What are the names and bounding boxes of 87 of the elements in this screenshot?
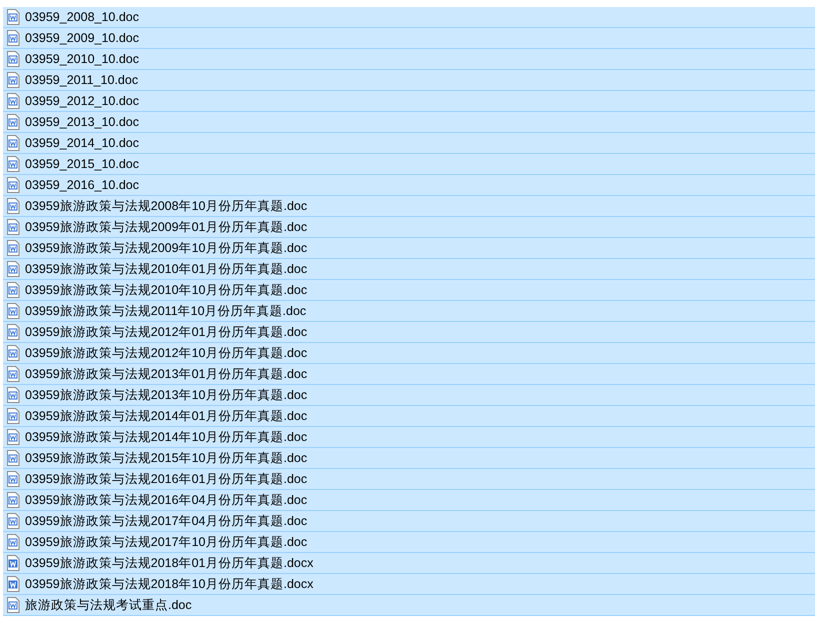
file-name: 03959旅游政策与法规2014年10月份历年真题.doc: [25, 428, 308, 446]
document-icon: [6, 450, 20, 466]
file-name: 03959旅游政策与法规2013年01月份历年真题.doc: [25, 366, 308, 382]
file-row[interactable]: 03959旅游政策与法规2013年10月份历年真题.doc: [3, 385, 815, 406]
file-name: 03959旅游政策与法规2012年01月份历年真题.doc: [25, 324, 308, 340]
file-name: 03959_2016_10.doc: [25, 178, 140, 192]
document-icon: [6, 9, 20, 25]
document-icon: [6, 177, 20, 193]
document-icon: [6, 555, 20, 571]
file-row[interactable]: 03959_2011_10.doc: [3, 70, 815, 91]
file-name: 03959_2008_10.doc: [25, 10, 140, 24]
document-icon: [6, 135, 20, 151]
file-row[interactable]: 03959旅游政策与法规2014年01月份历年真题.doc: [3, 406, 815, 427]
document-icon: [6, 597, 20, 613]
document-icon: [6, 534, 20, 550]
document-icon: [6, 219, 20, 235]
file-row[interactable]: 03959旅游政策与法规2017年04月份历年真题.doc: [3, 511, 815, 532]
document-icon: [6, 72, 20, 88]
file-name: 03959_2011_10.doc: [25, 73, 138, 87]
document-icon: [6, 408, 20, 424]
file-row[interactable]: 旅游政策与法规考试重点.doc: [3, 595, 815, 616]
file-row[interactable]: 03959旅游政策与法规2013年01月份历年真题.doc: [3, 364, 815, 385]
file-row[interactable]: 03959旅游政策与法规2010年01月份历年真题.doc: [3, 259, 815, 280]
file-row[interactable]: 03959旅游政策与法规2016年01月份历年真题.doc: [3, 469, 815, 490]
file-row[interactable]: 03959旅游政策与法规2016年04月份历年真题.doc: [3, 490, 815, 511]
document-icon: [6, 492, 20, 508]
file-name: 03959旅游政策与法规2008年10月份历年真题.doc: [25, 198, 308, 214]
document-icon: [6, 513, 20, 529]
document-icon: [6, 303, 20, 319]
file-row[interactable]: 03959旅游政策与法规2012年01月份历年真题.doc: [3, 322, 815, 343]
document-icon: [6, 30, 20, 46]
document-icon: [6, 366, 20, 382]
file-row[interactable]: 03959旅游政策与法规2018年01月份历年真题.docx: [3, 553, 815, 574]
file-name: 03959旅游政策与法规2010年10月份历年真题.doc: [25, 282, 308, 298]
file-name: 03959_2013_10.doc: [25, 115, 140, 129]
document-icon: [6, 114, 20, 130]
document-icon: [6, 261, 20, 277]
file-row[interactable]: 03959旅游政策与法规2009年01月份历年真题.doc: [3, 217, 815, 238]
file-name: 03959旅游政策与法规2018年01月份历年真题.docx: [25, 554, 314, 572]
file-name: 03959_2014_10.doc: [25, 136, 140, 150]
document-icon: [6, 51, 20, 67]
file-row[interactable]: 03959_2012_10.doc: [3, 91, 815, 112]
document-icon: [6, 345, 20, 361]
file-row[interactable]: 03959_2014_10.doc: [3, 133, 815, 154]
file-row[interactable]: 03959旅游政策与法规2010年10月份历年真题.doc: [3, 280, 815, 301]
document-icon: [6, 156, 20, 172]
file-name: 03959_2012_10.doc: [25, 94, 140, 108]
file-name: 旅游政策与法规考试重点.doc: [25, 596, 192, 614]
file-name: 03959旅游政策与法规2009年01月份历年真题.doc: [25, 218, 308, 236]
file-name: 03959旅游政策与法规2011年10月份历年真题.doc: [25, 302, 306, 320]
document-icon: [6, 576, 20, 592]
file-row[interactable]: 03959旅游政策与法规2008年10月份历年真题.doc: [3, 196, 815, 217]
file-name: 03959旅游政策与法规2017年04月份历年真题.doc: [25, 512, 308, 530]
file-row[interactable]: 03959_2015_10.doc: [3, 154, 815, 175]
file-row[interactable]: 03959旅游政策与法规2018年10月份历年真题.docx: [3, 574, 815, 595]
file-row[interactable]: 03959_2016_10.doc: [3, 175, 815, 196]
document-icon: [6, 429, 20, 445]
document-icon: [6, 240, 20, 256]
file-row[interactable]: 03959_2009_10.doc: [3, 28, 815, 49]
file-name: 03959旅游政策与法规2018年10月份历年真题.docx: [25, 576, 314, 592]
file-name: 03959旅游政策与法规2012年10月份历年真题.doc: [25, 344, 308, 362]
file-name: 03959旅游政策与法规2013年10月份历年真题.doc: [25, 386, 308, 404]
file-name: 03959_2010_10.doc: [25, 52, 140, 66]
file-row[interactable]: 03959旅游政策与法规2015年10月份历年真题.doc: [3, 448, 815, 469]
file-name: 03959_2009_10.doc: [25, 31, 140, 45]
file-name: 03959旅游政策与法规2016年04月份历年真题.doc: [25, 492, 308, 508]
file-row[interactable]: 03959旅游政策与法规2009年10月份历年真题.doc: [3, 238, 815, 259]
file-row[interactable]: 03959_2013_10.doc: [3, 112, 815, 133]
file-name: 03959旅游政策与法规2015年10月份历年真题.doc: [25, 450, 308, 466]
file-name: 03959旅游政策与法规2016年01月份历年真题.doc: [25, 470, 308, 488]
file-name: 03959旅游政策与法规2010年01月份历年真题.doc: [25, 260, 308, 278]
document-icon: [6, 198, 20, 214]
document-icon: [6, 93, 20, 109]
file-row[interactable]: 03959旅游政策与法规2012年10月份历年真题.doc: [3, 343, 815, 364]
file-name: 03959_2015_10.doc: [25, 157, 140, 171]
file-row[interactable]: 03959旅游政策与法规2014年10月份历年真题.doc: [3, 427, 815, 448]
document-icon: [6, 282, 20, 298]
file-name: 03959旅游政策与法规2009年10月份历年真题.doc: [25, 240, 308, 256]
file-row[interactable]: 03959_2008_10.doc: [3, 7, 815, 28]
file-row[interactable]: 03959_2010_10.doc: [3, 49, 815, 70]
file-name: 03959旅游政策与法规2014年01月份历年真题.doc: [25, 408, 308, 424]
document-icon: [6, 324, 20, 340]
file-row[interactable]: 03959旅游政策与法规2011年10月份历年真题.doc: [3, 301, 815, 322]
document-icon: [6, 387, 20, 403]
document-icon: [6, 471, 20, 487]
file-name: 03959旅游政策与法规2017年10月份历年真题.doc: [25, 534, 308, 550]
file-row[interactable]: 03959旅游政策与法规2017年10月份历年真题.doc: [3, 532, 815, 553]
